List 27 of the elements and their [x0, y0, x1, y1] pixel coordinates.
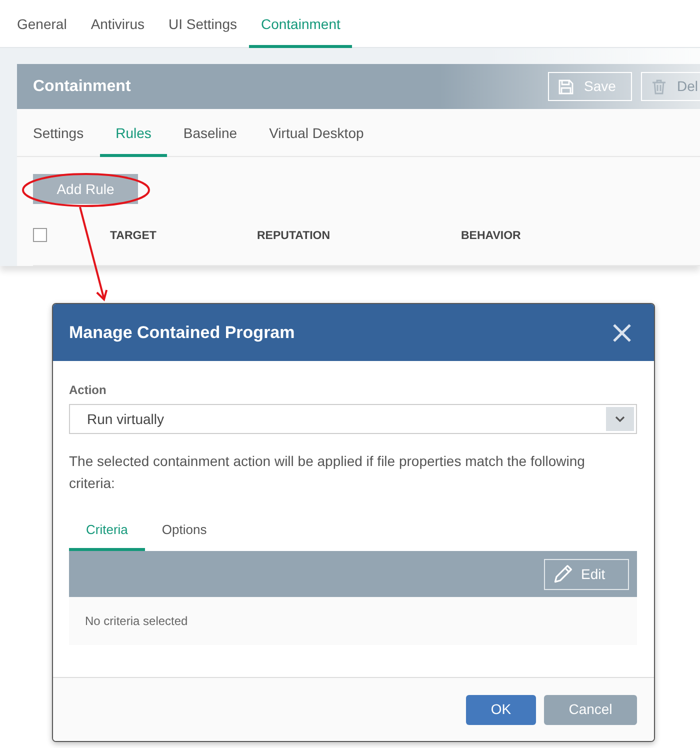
column-header: TARGET [110, 230, 156, 242]
field-label: Action [69, 382, 108, 399]
panel-tab[interactable]: Baseline [167, 109, 254, 157]
dialog-title: Manage Contained Program [69, 322, 295, 344]
close-icon [612, 322, 632, 342]
delete-button[interactable]: Del [641, 72, 700, 101]
chevron-down-icon [615, 416, 625, 422]
description-text: The selected containment action will be applied if file properties match the following criteria: [69, 452, 586, 493]
panel-title: Containment [33, 76, 131, 96]
select-all-checkbox[interactable] [33, 228, 47, 242]
column-header: BEHAVIOR [461, 230, 521, 242]
section-tab[interactable]: UI Settings [156, 0, 249, 48]
column-header: REPUTATION [257, 230, 330, 242]
trash-icon [651, 78, 667, 94]
panel-tab[interactable]: Virtual Desktop [253, 109, 380, 157]
save-icon [558, 78, 574, 94]
action-dropdown[interactable]: Run virtually [69, 404, 637, 434]
panel-tab[interactable]: Settings [17, 109, 100, 157]
ok-button[interactable]: OK [466, 694, 536, 724]
edit-button[interactable]: Edit [544, 558, 629, 590]
pencil-icon [553, 564, 573, 584]
close-button[interactable] [612, 322, 632, 342]
dialog-tab[interactable]: Options [144, 511, 224, 551]
cancel-button[interactable]: Cancel [544, 694, 637, 724]
empty-message: No criteria selected [85, 613, 188, 630]
section-tab[interactable]: General [5, 0, 79, 48]
section-tab[interactable]: Antivirus [78, 0, 156, 48]
